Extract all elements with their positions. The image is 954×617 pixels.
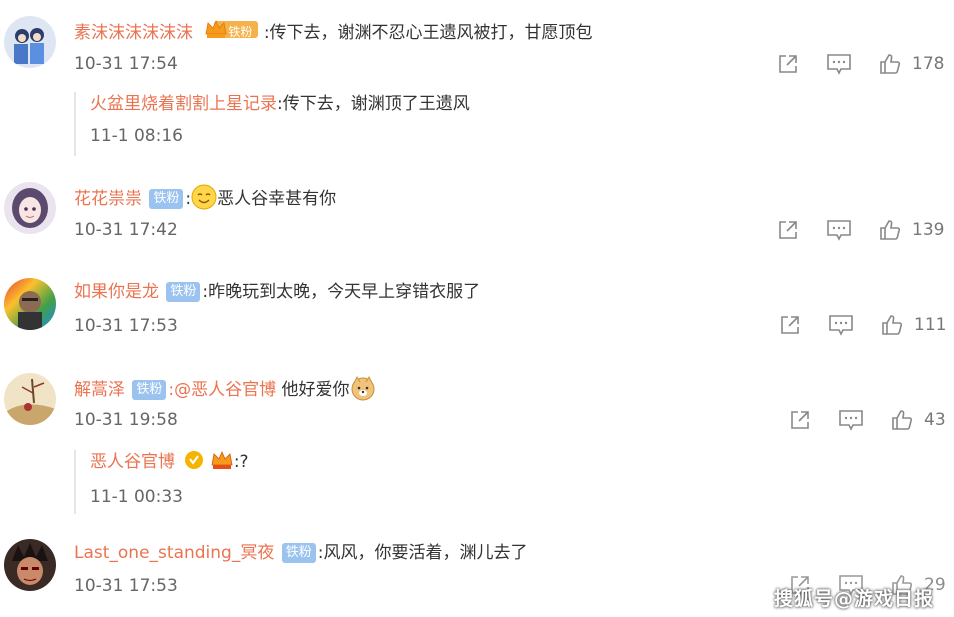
comment-body: :风风，你要活着，渊儿去了 xyxy=(317,543,528,563)
comment-icon xyxy=(827,54,851,75)
share-button[interactable] xyxy=(788,406,812,434)
reply-item: 恶人谷官博 :? 11-1 00:33 xyxy=(74,450,249,514)
username-link[interactable]: 如果你是龙 xyxy=(74,282,159,302)
reply-timestamp: 11-1 00:33 xyxy=(90,487,183,507)
thumbs-up-icon xyxy=(880,220,901,240)
thumbs-up-icon xyxy=(892,410,913,430)
reply-username-link[interactable]: 恶人谷官博 xyxy=(90,452,175,472)
like-button[interactable]: 178 xyxy=(878,50,944,78)
mention-link[interactable]: :@恶人谷官博 xyxy=(168,380,276,400)
comment-text: 花花祟祟 铁粉: 恶人谷幸甚有你 xyxy=(74,184,336,211)
comment-body: :传下去，谢渊不忍心王遗风被打，甘愿顶包 xyxy=(263,23,593,43)
reply-text: 恶人谷官博 :? xyxy=(90,450,249,477)
crown-icon xyxy=(210,450,234,470)
share-icon xyxy=(791,411,809,429)
comment-actions: 178 xyxy=(776,50,944,78)
fan-badge: 铁粉 xyxy=(149,189,184,209)
fan-badge: 铁粉 xyxy=(281,543,316,563)
comment-text: 如果你是龙 铁粉:昨晚玩到太晚，今天早上穿错衣服了 xyxy=(74,280,480,304)
timestamp: 10-31 19:58 xyxy=(74,410,178,430)
verified-icon xyxy=(184,450,204,477)
fan-badge: 铁粉 xyxy=(132,380,167,400)
comment-text: Last_one_standing_冥夜 铁粉:风风，你要活着，渊儿去了 xyxy=(74,541,528,565)
username-link[interactable]: 素沫沫沫沫沫沫 xyxy=(74,23,193,43)
smile-emoji-icon xyxy=(191,184,217,210)
like-button[interactable]: 43 xyxy=(890,406,946,434)
share-icon xyxy=(779,221,797,239)
thumbs-up-icon xyxy=(880,54,901,74)
comment-text: 素沫沫沫沫沫沫 铁粉 :传下去，谢渊不忍心王遗风被打，甘愿顶包 xyxy=(74,18,593,47)
reply-username-link[interactable]: 火盆里烧着割割上星记录 xyxy=(90,94,277,114)
comment-body: :昨晚玩到太晚，今天早上穿错衣服了 xyxy=(202,282,481,302)
doge-emoji-icon xyxy=(350,375,376,401)
crown-badge: 铁粉 xyxy=(204,18,259,47)
like-button[interactable]: 139 xyxy=(878,216,944,244)
like-button[interactable]: 111 xyxy=(880,311,946,339)
avatar[interactable] xyxy=(4,182,56,234)
comment-button[interactable] xyxy=(826,50,852,78)
comment-actions: 139 xyxy=(776,216,944,244)
timestamp: 10-31 17:53 xyxy=(74,576,178,596)
share-button[interactable] xyxy=(778,311,802,339)
comment-button[interactable] xyxy=(828,311,854,339)
fan-badge: 铁粉 xyxy=(166,282,201,302)
avatar[interactable] xyxy=(4,278,56,330)
comment-button[interactable] xyxy=(838,406,864,434)
like-count: 178 xyxy=(912,54,945,74)
username-link[interactable]: 解蒿泽 xyxy=(74,380,125,400)
fan-badge-label: 铁粉 xyxy=(228,25,253,39)
avatar[interactable] xyxy=(4,16,56,68)
comment-button[interactable] xyxy=(826,216,852,244)
watermark: 搜狐号@游戏日报 xyxy=(773,588,934,610)
share-button[interactable] xyxy=(776,216,800,244)
share-icon xyxy=(781,316,799,334)
timestamp: 10-31 17:54 xyxy=(74,54,178,74)
avatar[interactable] xyxy=(4,373,56,425)
reply-item: 火盆里烧着割割上星记录:传下去，谢渊顶了王遗风 11-1 08:16 xyxy=(74,92,470,156)
comment-body: 他好爱你 xyxy=(276,380,350,400)
reply-text: 火盆里烧着割割上星记录:传下去，谢渊顶了王遗风 xyxy=(90,92,470,116)
comment-actions: 43 xyxy=(788,406,946,434)
reply-body: :? xyxy=(233,452,249,472)
comment-text: 解蒿泽 铁粉:@恶人谷官博 他好爱你 xyxy=(74,375,376,402)
username-link[interactable]: 花花祟祟 xyxy=(74,189,142,209)
avatar[interactable] xyxy=(4,539,56,591)
timestamp: 10-31 17:42 xyxy=(74,220,178,240)
comment-icon xyxy=(829,315,853,336)
thumbs-up-icon xyxy=(882,315,903,335)
reply-timestamp: 11-1 08:16 xyxy=(90,126,183,146)
comment-icon xyxy=(839,410,863,431)
comment-actions: 111 xyxy=(778,311,946,339)
comment-icon xyxy=(827,220,851,241)
share-button[interactable] xyxy=(776,50,800,78)
timestamp: 10-31 17:53 xyxy=(74,316,178,336)
like-count: 139 xyxy=(912,220,945,240)
like-count: 43 xyxy=(924,410,946,430)
comment-body: 恶人谷幸甚有你 xyxy=(217,189,337,209)
like-count: 111 xyxy=(914,315,947,335)
share-icon xyxy=(779,55,797,73)
reply-body: :传下去，谢渊顶了王遗风 xyxy=(277,94,470,114)
username-link[interactable]: Last_one_standing_冥夜 xyxy=(74,543,274,563)
